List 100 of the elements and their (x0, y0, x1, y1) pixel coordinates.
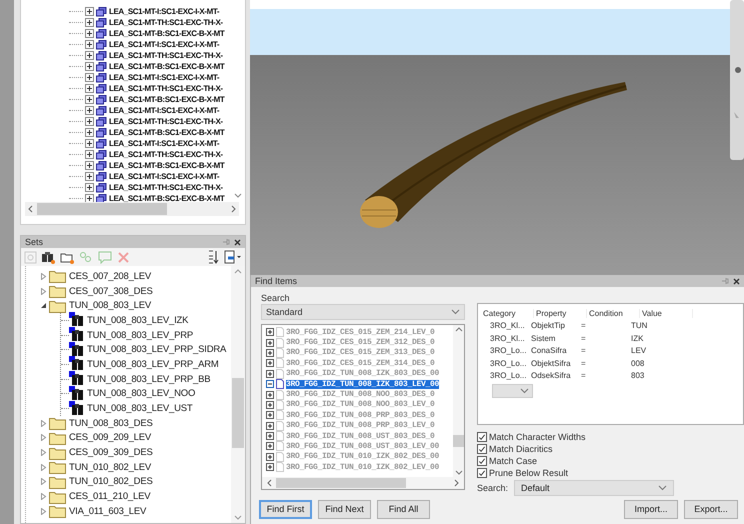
expand-icon[interactable] (85, 84, 94, 93)
checkbox-label[interactable]: Match Diacritics (489, 444, 553, 454)
tree-item[interactable]: LEA_SC1-MT-TH:SC1-EXC-TH-X- (109, 150, 223, 159)
search-set[interactable]: TUN_008_803_LEV_PRP_BB (87, 374, 210, 385)
expand-icon[interactable] (85, 62, 94, 71)
tree-item[interactable]: LEA_SC1-MT-B:SC1-EXC-B-X-MT (109, 194, 224, 202)
tree-item[interactable]: LEA_SC1-MT-I:SC1-EXC-I-X-MT- (109, 7, 220, 16)
scroll-thumb[interactable] (232, 378, 244, 448)
collapsed-arrow-icon[interactable] (40, 449, 48, 456)
set-folder[interactable]: CES_011_210_LEV (69, 491, 150, 502)
set-folder[interactable]: TUN_010_802_LEV (69, 462, 152, 473)
scroll-thumb[interactable] (453, 435, 464, 447)
checkbox[interactable] (477, 456, 487, 466)
search-set[interactable]: TUN_008_803_LEV_PRP_SIDRA (87, 344, 226, 356)
find-button[interactable]: Find Next (318, 500, 371, 518)
close-icon[interactable] (234, 238, 241, 246)
tree-item[interactable]: LEA_SC1-MT-B:SC1-EXC-B-X-MT (109, 62, 224, 71)
set-folder[interactable]: CES_007_208_LEV (69, 270, 152, 282)
expand-icon[interactable] (85, 51, 94, 60)
expand-icon[interactable] (85, 117, 94, 126)
import-dropdown-icon[interactable] (224, 250, 242, 264)
collapse-icon[interactable] (266, 380, 274, 388)
chevron-down-icon[interactable] (451, 309, 460, 315)
column-header[interactable]: Condition (587, 308, 640, 318)
collapsed-arrow-icon[interactable] (40, 464, 48, 471)
expand-icon[interactable] (85, 150, 94, 159)
expand-icon[interactable] (85, 29, 94, 38)
search-set[interactable]: TUN_008_803_LEV_PRP_ARM (87, 358, 219, 370)
search-set[interactable]: TUN_008_803_LEV_NOO (87, 388, 196, 400)
set-folder[interactable]: CES_009_309_DES (69, 447, 153, 458)
tree-item[interactable]: LEA_SC1-MT-TH:SC1-EXC-TH-X- (109, 84, 223, 93)
expand-icon[interactable] (266, 348, 274, 357)
search-set[interactable]: TUN_008_803_LEV_IZK (87, 314, 188, 326)
search-set[interactable]: TUN_008_803_LEV_UST (87, 403, 193, 414)
vertical-scrollbar[interactable] (231, 266, 245, 523)
search-scope-dropdown[interactable]: Default (514, 480, 674, 496)
find-button[interactable]: Find First (259, 500, 312, 518)
file-button[interactable]: Export... (684, 500, 738, 518)
set-folder[interactable]: VIA_011_603_LEV (69, 506, 146, 517)
checkbox[interactable] (477, 468, 487, 478)
expand-icon[interactable] (85, 73, 94, 82)
expand-icon[interactable] (266, 442, 274, 450)
expand-icon[interactable] (85, 128, 94, 137)
tree-item[interactable]: LEA_SC1-MT-TH:SC1-EXC-TH-X- (109, 183, 223, 192)
folder-add-icon[interactable] (60, 250, 75, 264)
tree-item[interactable]: LEA_SC1-MT-B:SC1-EXC-B-X-MT (109, 128, 224, 137)
expand-icon[interactable] (85, 161, 94, 170)
close-icon[interactable] (733, 278, 740, 284)
tree-item[interactable]: LEA_SC1-MT-TH:SC1-EXC-TH-X- (109, 51, 223, 60)
expand-icon[interactable] (266, 338, 274, 347)
collapsed-arrow-icon[interactable] (40, 272, 48, 280)
horizontal-scrollbar[interactable] (25, 202, 239, 216)
collapsed-arrow-icon[interactable] (40, 478, 48, 486)
expand-icon[interactable] (266, 390, 274, 399)
horizontal-scrollbar[interactable] (262, 477, 464, 489)
column-header[interactable]: Value (640, 308, 693, 318)
tree-item[interactable]: LEA_SC1-MT-I:SC1-EXC-I-X-MT- (109, 139, 220, 148)
find-button[interactable]: Find All (377, 500, 430, 518)
collapsed-arrow-icon[interactable] (40, 508, 48, 515)
chevron-down-icon[interactable] (520, 388, 529, 394)
checkbox[interactable] (477, 432, 487, 442)
checkbox-label[interactable]: Match Character Widths (489, 432, 586, 442)
expand-icon[interactable] (85, 139, 94, 148)
set-folder[interactable]: CES_007_308_DES (69, 286, 153, 297)
tree-item[interactable]: LEA_SC1-MT-I:SC1-EXC-I-X-MT- (109, 40, 220, 49)
expand-icon[interactable] (85, 106, 94, 115)
scroll-thumb[interactable] (276, 478, 406, 488)
expand-icon[interactable] (85, 18, 94, 27)
tree-item[interactable]: LEA_SC1-MT-I:SC1-EXC-I-X-MT- (109, 106, 220, 115)
tree-item[interactable]: LEA_SC1-MT-TH:SC1-EXC-TH-X- (109, 117, 223, 126)
scroll-left-icon[interactable] (266, 479, 274, 487)
checkbox-label[interactable]: Match Case (489, 456, 538, 466)
scroll-thumb[interactable] (37, 203, 167, 215)
sort-icon[interactable] (208, 250, 220, 264)
set-folder[interactable]: CES_009_209_LEV (69, 432, 152, 444)
set-folder[interactable]: TUN_008_803_LEV (69, 300, 152, 312)
expand-icon[interactable] (266, 422, 274, 430)
expand-icon[interactable] (266, 328, 274, 336)
expand-icon[interactable] (266, 370, 274, 378)
scroll-right-icon[interactable] (452, 479, 460, 487)
expand-icon[interactable] (85, 172, 94, 181)
column-header[interactable]: Category (481, 308, 534, 318)
column-header[interactable]: Property (534, 308, 587, 318)
tree-item[interactable]: LEA_SC1-MT-I:SC1-EXC-I-X-MT- (109, 172, 220, 181)
expand-icon[interactable] (266, 463, 274, 472)
expand-icon[interactable] (85, 194, 94, 202)
expand-icon[interactable] (85, 183, 94, 192)
expanded-arrow-icon[interactable] (40, 302, 48, 310)
expand-icon[interactable] (266, 432, 274, 440)
tree-item[interactable]: LEA_SC1-MT-I:SC1-EXC-I-X-MT- (109, 73, 220, 82)
collapsed-arrow-icon[interactable] (40, 288, 48, 295)
vertical-scrollbar[interactable] (453, 325, 464, 477)
search-set[interactable]: TUN_008_803_LEV_PRP (87, 330, 194, 341)
tree-item[interactable]: LEA_SC1-MT-B:SC1-EXC-B-X-MT (109, 161, 224, 170)
expand-icon[interactable] (266, 359, 274, 368)
binoculars-icon[interactable] (41, 250, 56, 264)
checkbox[interactable] (477, 444, 487, 454)
tree-item[interactable]: LEA_SC1-MT-B:SC1-EXC-B-X-MT (109, 29, 224, 38)
set-folder[interactable]: TUN_008_803_DES (69, 418, 153, 429)
tree-item[interactable]: LEA_SC1-MT-TH:SC1-EXC-TH-X- (109, 18, 223, 27)
